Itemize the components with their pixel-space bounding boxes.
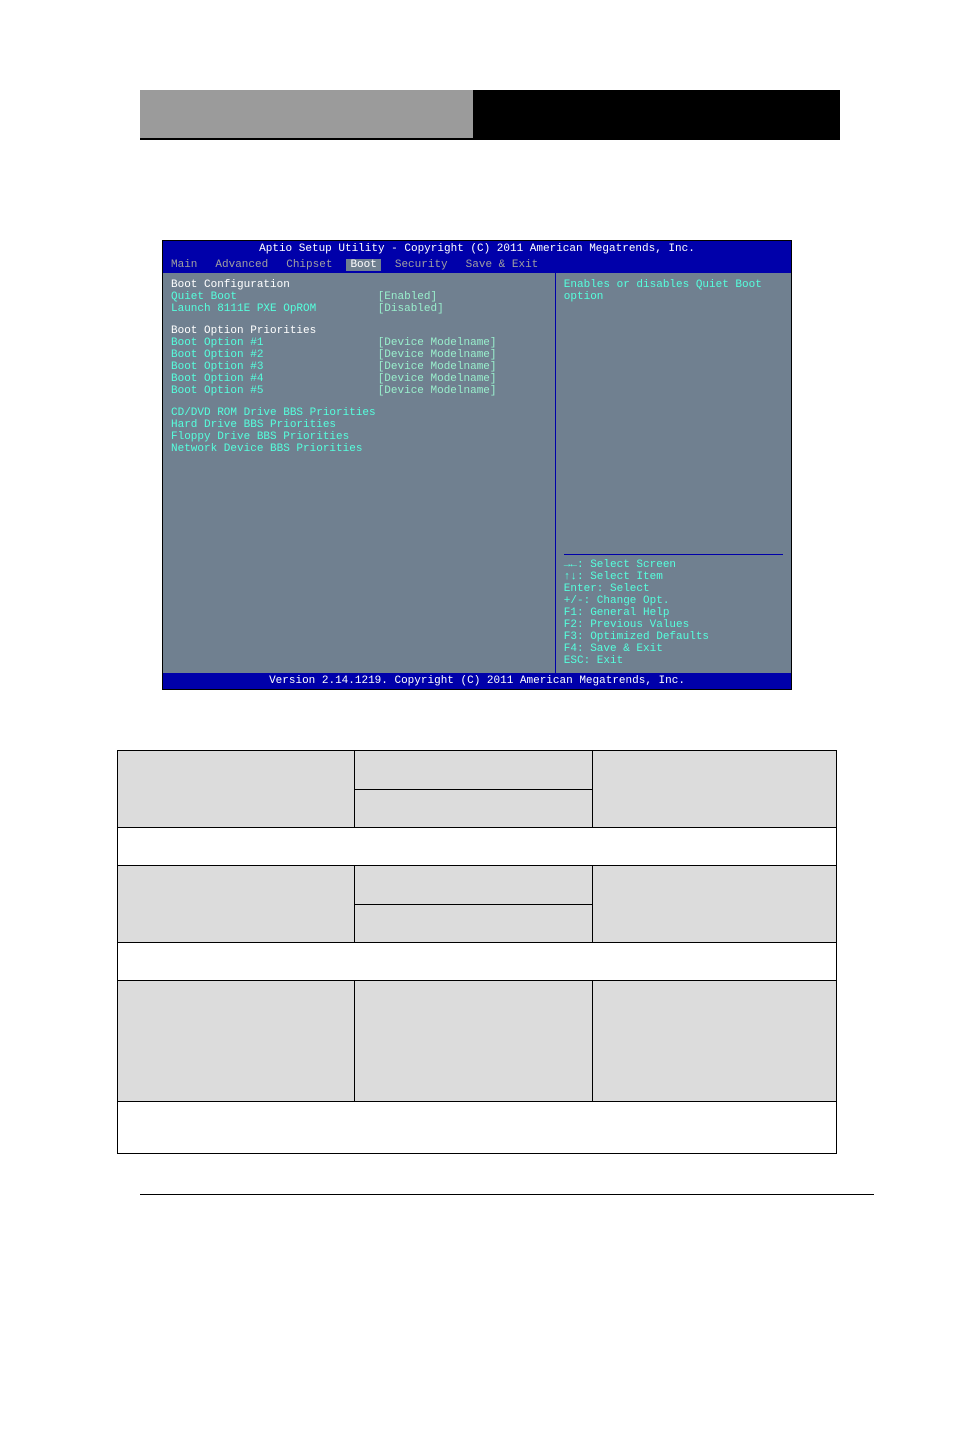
submenu-network[interactable]: Network Device BBS Priorities xyxy=(171,443,547,455)
label-boot-4: Boot Option #4 xyxy=(171,373,378,385)
submenu-cddvd[interactable]: CD/DVD ROM Drive BBS Priorities xyxy=(171,407,547,419)
bios-footer: Version 2.14.1219. Copyright (C) 2011 Am… xyxy=(163,673,791,689)
key-change-opt: +/-: Change Opt. xyxy=(564,595,783,607)
value-boot-1: [Device Modelname] xyxy=(378,337,497,349)
value-boot-4: [Device Modelname] xyxy=(378,373,497,385)
value-boot-5: [Device Modelname] xyxy=(378,385,497,397)
header-band xyxy=(140,90,840,140)
section-boot-config: Boot Configuration xyxy=(171,279,547,291)
tab-chipset[interactable]: Chipset xyxy=(282,259,336,271)
tab-boot[interactable]: Boot xyxy=(346,259,380,271)
submenu-hdd[interactable]: Hard Drive BBS Priorities xyxy=(171,419,547,431)
table-row xyxy=(118,943,837,981)
row-launch-pxe[interactable]: Launch 8111E PXE OpROM [Disabled] xyxy=(171,303,547,315)
label-quiet-boot: Quiet Boot xyxy=(171,291,378,303)
tab-main[interactable]: Main xyxy=(167,259,201,271)
key-enter: Enter: Select xyxy=(564,583,783,595)
label-launch-pxe: Launch 8111E PXE OpROM xyxy=(171,303,378,315)
bottom-rule xyxy=(140,1194,874,1195)
options-table xyxy=(117,750,837,1154)
row-quiet-boot[interactable]: Quiet Boot [Enabled] xyxy=(171,291,547,303)
bios-key-legend: →←: Select Screen ↑↓: Select Item Enter:… xyxy=(564,554,783,667)
row-boot-3[interactable]: Boot Option #3[Device Modelname] xyxy=(171,361,547,373)
bios-right-pane: Enables or disables Quiet Boot option →←… xyxy=(556,273,791,673)
row-boot-5[interactable]: Boot Option #5[Device Modelname] xyxy=(171,385,547,397)
row-boot-4[interactable]: Boot Option #4[Device Modelname] xyxy=(171,373,547,385)
section-boot-priorities: Boot Option Priorities xyxy=(171,325,547,337)
bios-help-text: Enables or disables Quiet Boot option xyxy=(564,279,783,554)
header-left xyxy=(140,90,473,140)
key-f4: F4: Save & Exit xyxy=(564,643,783,655)
value-launch-pxe: [Disabled] xyxy=(378,303,444,315)
label-boot-5: Boot Option #5 xyxy=(171,385,378,397)
table-row xyxy=(118,1102,837,1154)
label-boot-3: Boot Option #3 xyxy=(171,361,378,373)
value-quiet-boot: [Enabled] xyxy=(378,291,437,303)
table-row xyxy=(118,981,837,1102)
value-boot-2: [Device Modelname] xyxy=(378,349,497,361)
tab-save-exit[interactable]: Save & Exit xyxy=(462,259,543,271)
label-boot-1: Boot Option #1 xyxy=(171,337,378,349)
bios-tab-bar[interactable]: Main Advanced Chipset Boot Security Save… xyxy=(163,257,791,273)
key-f2: F2: Previous Values xyxy=(564,619,783,631)
table-row xyxy=(118,866,837,943)
tab-advanced[interactable]: Advanced xyxy=(211,259,272,271)
submenu-floppy[interactable]: Floppy Drive BBS Priorities xyxy=(171,431,547,443)
value-boot-3: [Device Modelname] xyxy=(378,361,497,373)
key-select-item: ↑↓: Select Item xyxy=(564,571,783,583)
header-right xyxy=(473,90,840,140)
table-row xyxy=(118,751,837,828)
tab-security[interactable]: Security xyxy=(391,259,452,271)
key-f3: F3: Optimized Defaults xyxy=(564,631,783,643)
bios-screen: Aptio Setup Utility - Copyright (C) 2011… xyxy=(162,240,792,690)
key-esc: ESC: Exit xyxy=(564,655,783,667)
row-boot-2[interactable]: Boot Option #2[Device Modelname] xyxy=(171,349,547,361)
key-select-screen: →←: Select Screen xyxy=(564,559,783,571)
row-boot-1[interactable]: Boot Option #1[Device Modelname] xyxy=(171,337,547,349)
label-boot-2: Boot Option #2 xyxy=(171,349,378,361)
key-f1: F1: General Help xyxy=(564,607,783,619)
bios-title: Aptio Setup Utility - Copyright (C) 2011… xyxy=(163,241,791,257)
table-row xyxy=(118,828,837,866)
bios-left-pane: Boot Configuration Quiet Boot [Enabled] … xyxy=(163,273,556,673)
